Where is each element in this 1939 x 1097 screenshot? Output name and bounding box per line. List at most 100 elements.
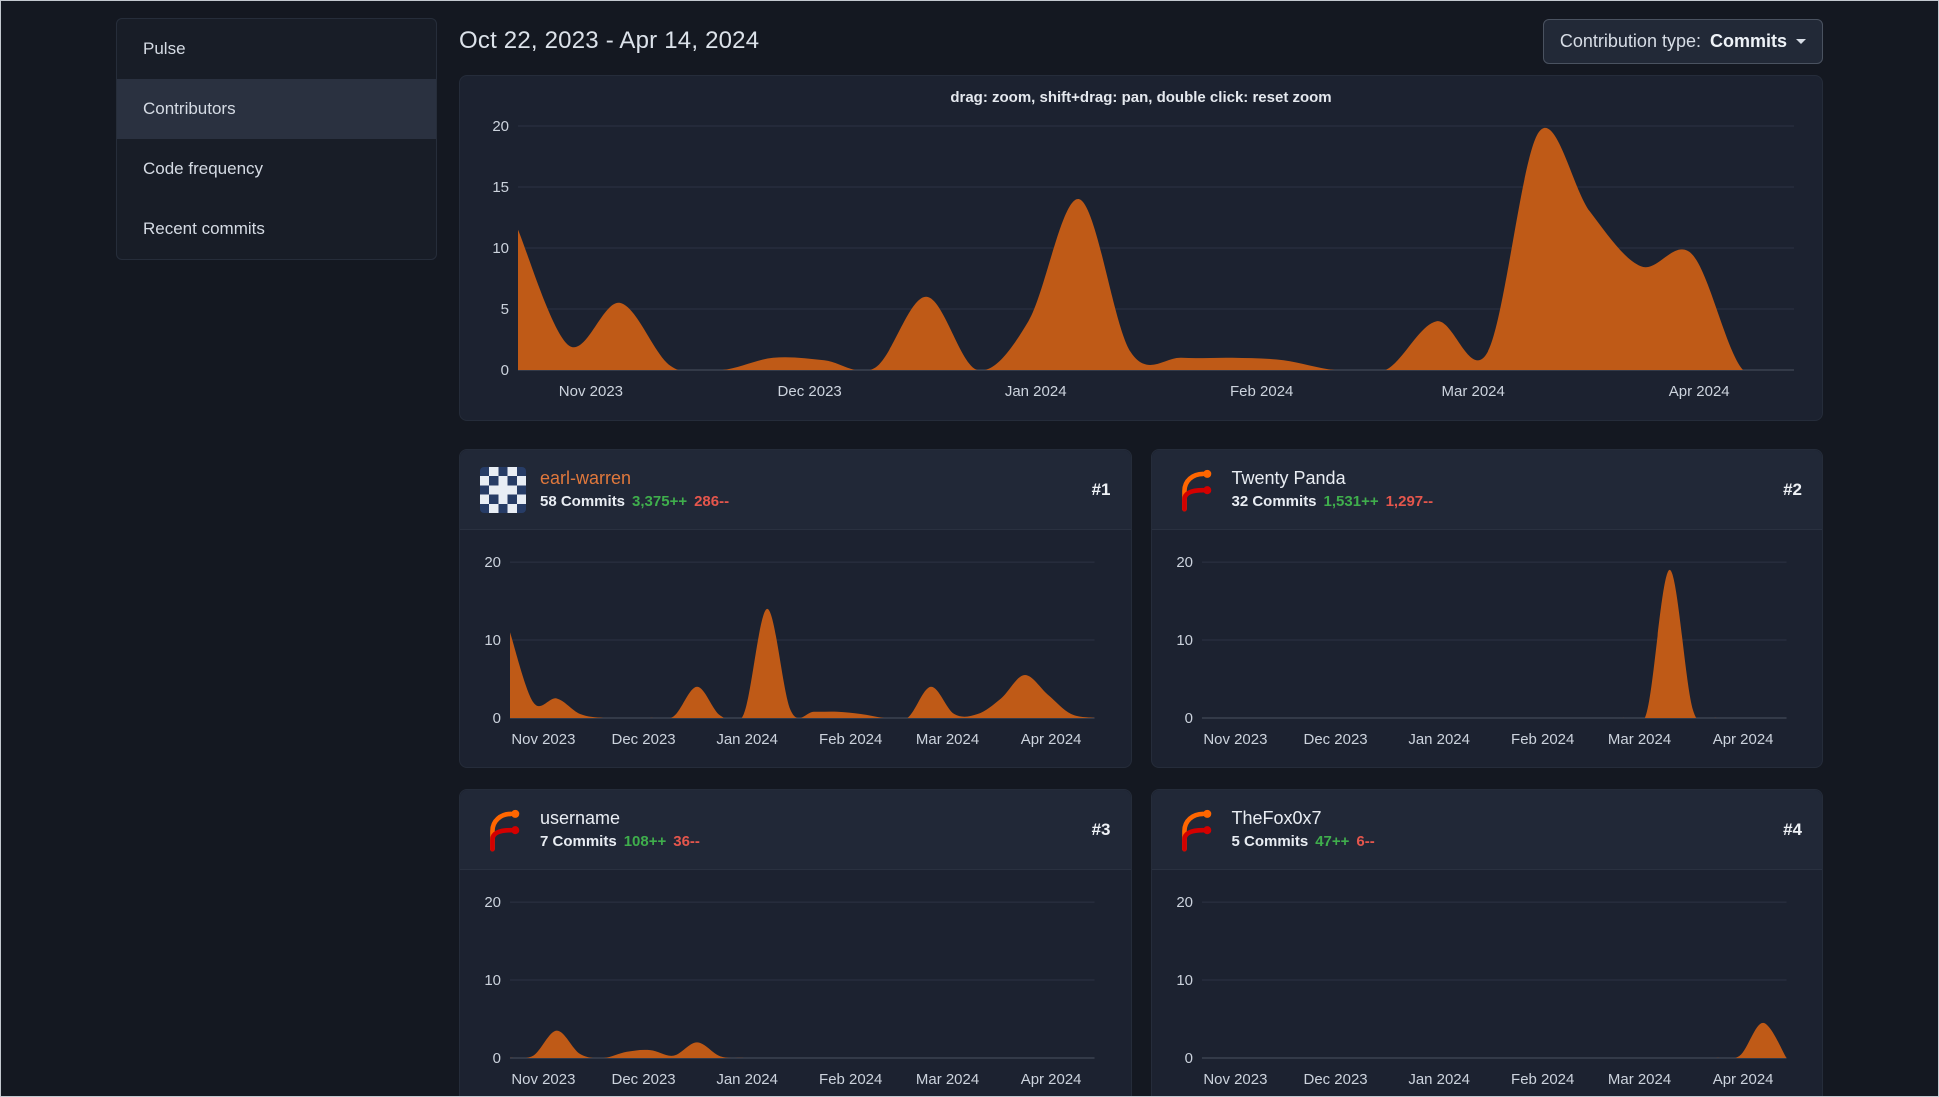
svg-text:10: 10 xyxy=(484,972,501,989)
svg-text:Apr 2024: Apr 2024 xyxy=(1712,1071,1773,1088)
contributor-rank: #3 xyxy=(1091,819,1111,839)
svg-text:Jan 2024: Jan 2024 xyxy=(716,1071,778,1088)
additions-count: 108++ xyxy=(623,832,667,850)
svg-text:Nov 2023: Nov 2023 xyxy=(1203,731,1267,748)
svg-text:Feb 2024: Feb 2024 xyxy=(1511,731,1574,748)
svg-text:20: 20 xyxy=(492,118,509,135)
contributor-card: username 7 Commits 108++ 36-- #3 0 10 20 No… xyxy=(459,789,1132,1097)
contributor-stats: 58 Commits 3,375++ 286-- xyxy=(540,493,1078,510)
svg-text:Dec 2023: Dec 2023 xyxy=(1303,1071,1367,1088)
commit-count: 7 Commits xyxy=(540,832,617,850)
chart-zoom-hint: drag: zoom, shift+drag: pan, double clic… xyxy=(950,89,1332,106)
svg-text:Mar 2024: Mar 2024 xyxy=(1607,1071,1670,1088)
contribution-type-label: Contribution type: xyxy=(1559,30,1701,51)
activity-sidebar: Pulse Contributors Code frequency Recent… xyxy=(116,18,437,260)
svg-text:0: 0 xyxy=(493,1050,501,1067)
svg-text:Feb 2024: Feb 2024 xyxy=(1511,1071,1574,1088)
svg-text:Feb 2024: Feb 2024 xyxy=(819,731,882,748)
svg-text:Feb 2024: Feb 2024 xyxy=(1230,383,1293,400)
contributor-activity-chart[interactable]: 0 10 20 Nov 2023 Dec 2023 Jan 2024 Feb 2024 Mar… xyxy=(1152,874,1823,1097)
forgejo-logo-avatar xyxy=(1181,469,1211,511)
contributor-activity-chart[interactable]: 0 10 20 Nov 2023 Dec 2023 Jan 2024 Feb 2024 Mar… xyxy=(460,874,1131,1097)
contributor-chart-box: 0 10 20 Nov 2023 Dec 2023 Jan 2024 Feb 2024 Mar… xyxy=(460,530,1131,762)
caret-down-icon xyxy=(1796,39,1806,49)
repo-activity-page: Pulse Contributors Code frequency Recent… xyxy=(0,0,1939,1097)
contribution-type-dropdown[interactable]: Contribution type: Commits xyxy=(1542,18,1823,64)
contributor-card-header: earl-warren 58 Commits 3,375++ 286-- #1 xyxy=(460,450,1131,530)
svg-text:Jan 2024: Jan 2024 xyxy=(716,731,778,748)
sidebar-item-code-frequency[interactable]: Code frequency xyxy=(117,139,436,199)
contributor-chart-box: 0 10 20 Nov 2023 Dec 2023 Jan 2024 Feb 2024 Mar… xyxy=(460,870,1131,1097)
contributor-activity-chart[interactable]: 0 10 20 Nov 2023 Dec 2023 Jan 2024 Feb 2024 Mar… xyxy=(460,534,1131,762)
svg-text:Mar 2024: Mar 2024 xyxy=(916,731,979,748)
svg-text:Nov 2023: Nov 2023 xyxy=(1203,1071,1267,1088)
forgejo-logo-avatar xyxy=(490,809,520,851)
svg-text:0: 0 xyxy=(493,710,501,727)
contributor-cards-grid: earl-warren 58 Commits 3,375++ 286-- #1 … xyxy=(459,449,1823,1097)
contributor-chart-box: 0 10 20 Nov 2023 Dec 2023 Jan 2024 Feb 2024 Mar… xyxy=(1152,530,1823,762)
forgejo-logo-avatar xyxy=(1181,809,1211,851)
svg-text:10: 10 xyxy=(492,240,509,257)
contributor-card: earl-warren 58 Commits 3,375++ 286-- #1 … xyxy=(459,449,1132,768)
contributor-stats: 5 Commits 47++ 6-- xyxy=(1232,833,1770,850)
contributor-name: TheFox0x7 xyxy=(1231,808,1322,829)
svg-text:20: 20 xyxy=(484,554,501,571)
svg-text:Mar 2024: Mar 2024 xyxy=(1441,383,1504,400)
svg-text:10: 10 xyxy=(1176,632,1193,649)
contributor-card-header: username 7 Commits 108++ 36-- #3 xyxy=(460,790,1131,870)
svg-text:10: 10 xyxy=(1176,972,1193,989)
additions-count: 1,531++ xyxy=(1323,492,1379,510)
svg-text:Nov 2023: Nov 2023 xyxy=(511,1071,575,1088)
contributor-info: username 7 Commits 108++ 36-- xyxy=(540,808,1078,850)
contributor-name: Twenty Panda xyxy=(1231,468,1346,489)
contributor-chart-box: 0 10 20 Nov 2023 Dec 2023 Jan 2024 Feb 2024 Mar… xyxy=(1152,870,1823,1097)
svg-text:Jan 2024: Jan 2024 xyxy=(1408,1071,1470,1088)
contributor-activity-chart[interactable]: 0 10 20 Nov 2023 Dec 2023 Jan 2024 Feb 2024 Mar… xyxy=(1152,534,1823,762)
sidebar-item-pulse[interactable]: Pulse xyxy=(117,19,436,79)
svg-text:10: 10 xyxy=(484,632,501,649)
svg-text:0: 0 xyxy=(1184,1050,1192,1067)
contributor-card: Twenty Panda 32 Commits 1,531++ 1,297-- … xyxy=(1150,449,1823,768)
sidebar-item-contributors[interactable]: Contributors xyxy=(117,79,436,139)
contributor-info: TheFox0x7 5 Commits 47++ 6-- xyxy=(1231,808,1770,850)
contributor-rank: #2 xyxy=(1783,479,1802,499)
svg-text:Nov 2023: Nov 2023 xyxy=(559,383,623,400)
contributor-rank: #1 xyxy=(1091,479,1111,499)
svg-text:Jan 2024: Jan 2024 xyxy=(1005,383,1067,400)
sidebar-item-recent-commits[interactable]: Recent commits xyxy=(117,199,436,259)
topbar: Oct 22, 2023 - Apr 14, 2024 Contribution… xyxy=(459,18,1823,64)
svg-text:Apr 2024: Apr 2024 xyxy=(1669,383,1730,400)
contributor-card-header: Twenty Panda 32 Commits 1,531++ 1,297-- … xyxy=(1151,450,1822,530)
svg-text:0: 0 xyxy=(1184,710,1192,727)
svg-text:Apr 2024: Apr 2024 xyxy=(1021,1071,1082,1088)
additions-count: 47++ xyxy=(1315,832,1350,850)
svg-text:15: 15 xyxy=(492,179,509,196)
main-content: Oct 22, 2023 - Apr 14, 2024 Contribution… xyxy=(459,18,1823,1097)
deletions-count: 6-- xyxy=(1356,832,1375,850)
contributor-card-header: TheFox0x7 5 Commits 47++ 6-- #4 xyxy=(1151,790,1822,870)
svg-text:Dec 2023: Dec 2023 xyxy=(1303,731,1367,748)
svg-text:Apr 2024: Apr 2024 xyxy=(1021,731,1082,748)
svg-text:20: 20 xyxy=(1176,554,1193,571)
svg-text:5: 5 xyxy=(501,301,509,318)
overall-chart-panel: drag: zoom, shift+drag: pan, double clic… xyxy=(459,75,1823,421)
svg-text:0: 0 xyxy=(501,362,509,379)
commit-count: 58 Commits xyxy=(540,492,626,510)
overall-activity-chart[interactable]: 0 5 10 15 20 Nov 2023 Dec 2023 Jan 2024 Feb 2024… xyxy=(480,112,1802,412)
svg-text:Jan 2024: Jan 2024 xyxy=(1408,731,1470,748)
svg-text:Feb 2024: Feb 2024 xyxy=(819,1071,882,1088)
commit-count: 32 Commits xyxy=(1231,492,1317,510)
contributor-name: username xyxy=(540,808,621,829)
svg-text:Mar 2024: Mar 2024 xyxy=(1607,731,1670,748)
svg-text:20: 20 xyxy=(484,894,501,911)
contribution-type-value: Commits xyxy=(1709,30,1787,51)
deletions-count: 36-- xyxy=(673,832,700,850)
contributor-stats: 32 Commits 1,531++ 1,297-- xyxy=(1232,493,1770,510)
deletions-count: 1,297-- xyxy=(1385,492,1434,510)
contributor-info: earl-warren 58 Commits 3,375++ 286-- xyxy=(540,468,1078,510)
svg-text:Dec 2023: Dec 2023 xyxy=(612,1071,676,1088)
avatar[interactable] xyxy=(480,466,526,513)
svg-text:20: 20 xyxy=(1176,894,1193,911)
commit-count: 5 Commits xyxy=(1231,832,1309,850)
contributor-name[interactable]: earl-warren xyxy=(540,468,1078,489)
